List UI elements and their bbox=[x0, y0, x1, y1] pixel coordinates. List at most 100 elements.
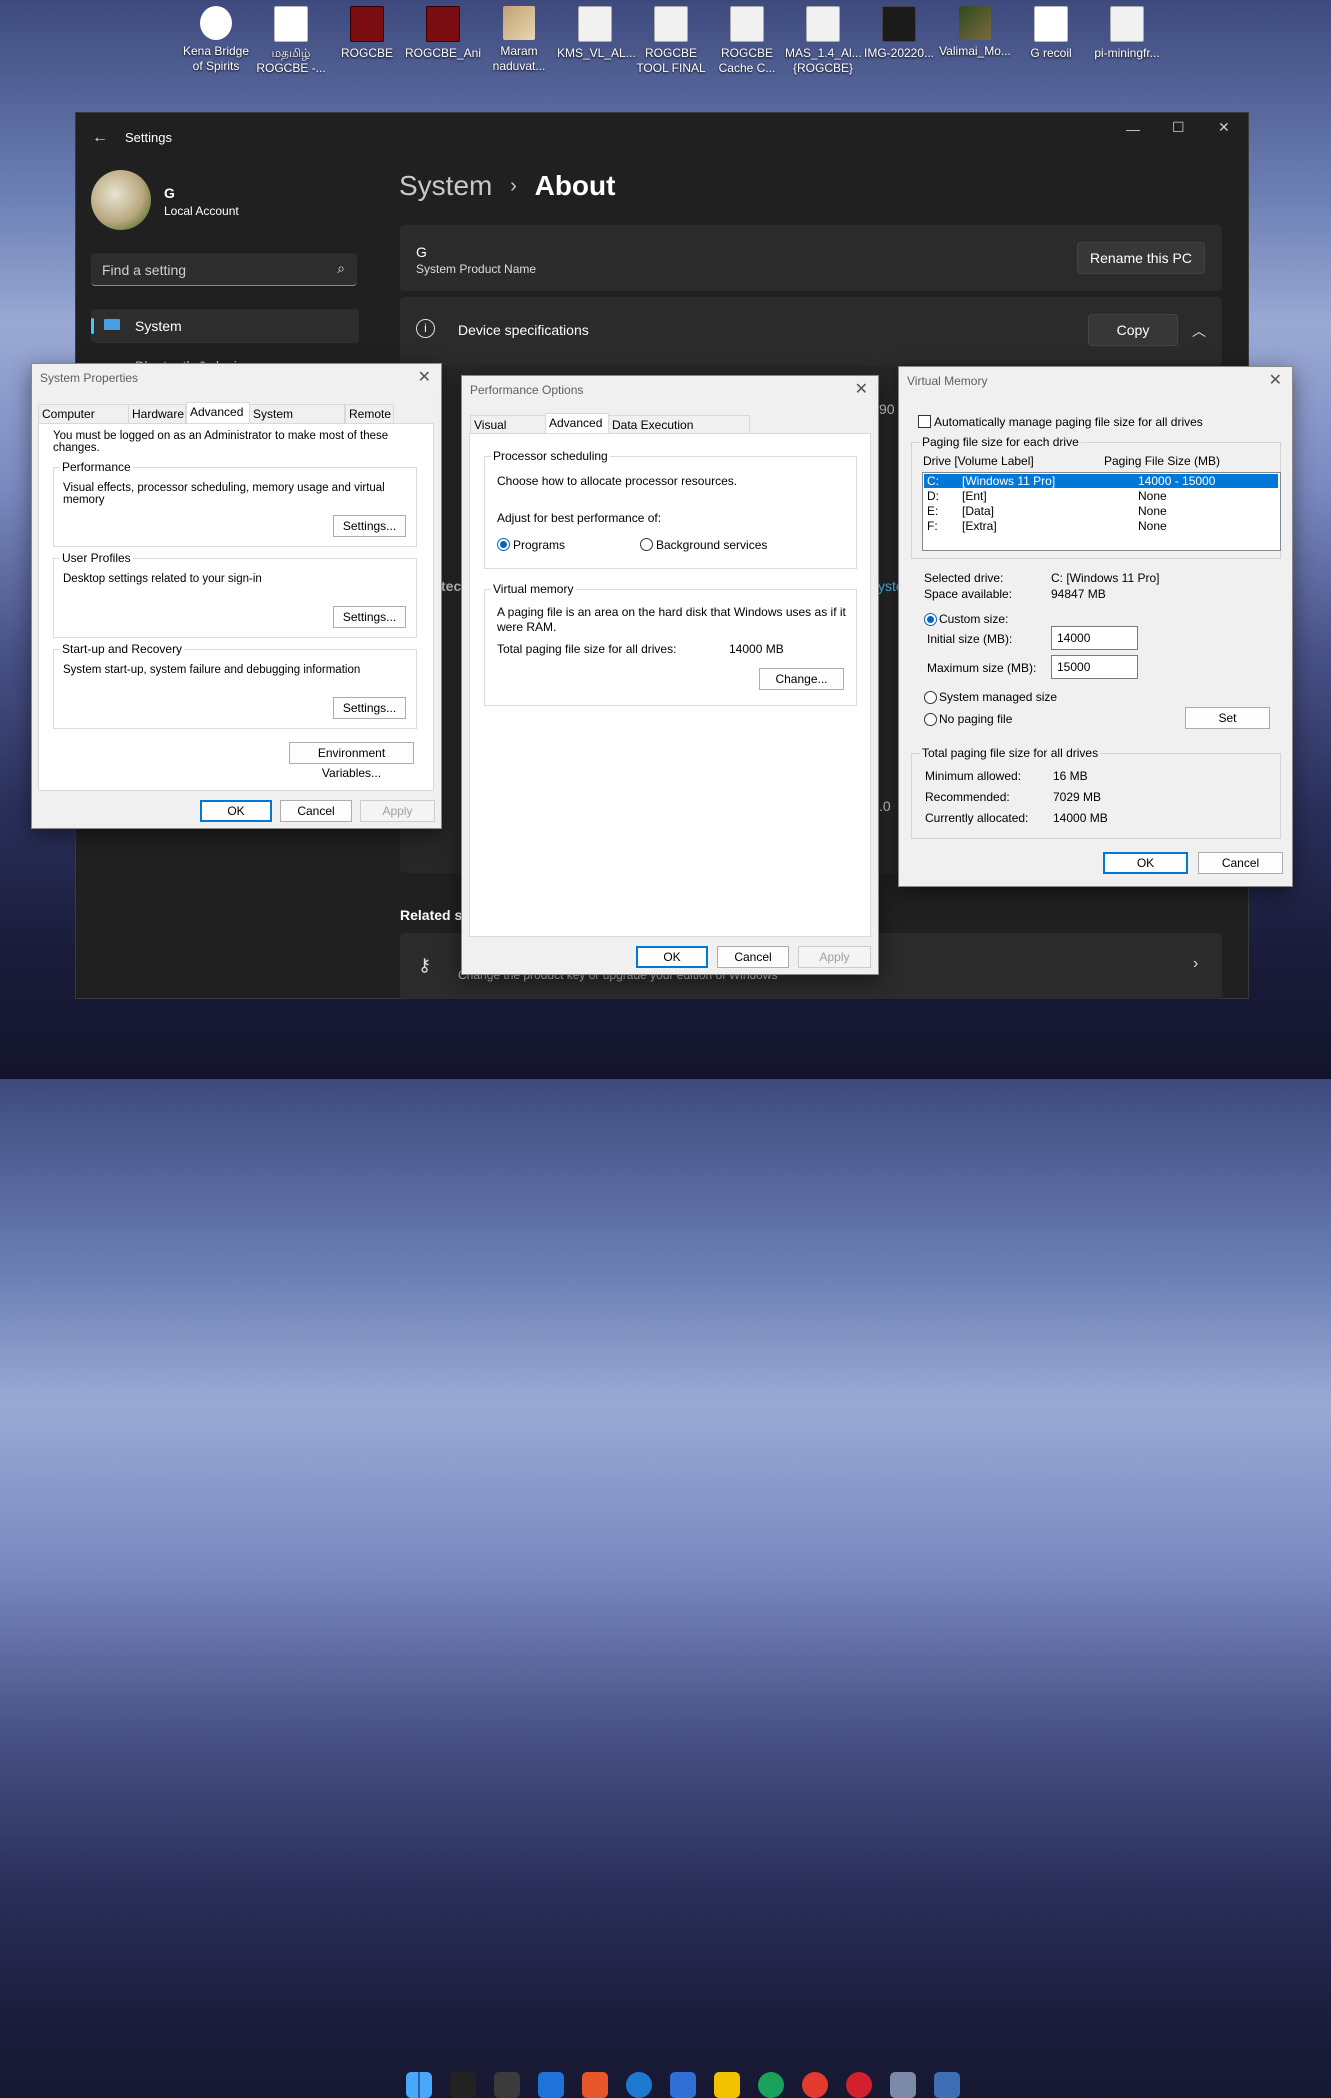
background-services-label[interactable]: Background services bbox=[656, 538, 767, 552]
space-available-value: 94847 MB bbox=[1051, 587, 1106, 601]
close-icon[interactable]: ✕ bbox=[1218, 119, 1230, 136]
rename-pc-button[interactable]: Rename this PC bbox=[1077, 242, 1205, 274]
programs-label[interactable]: Programs bbox=[513, 538, 565, 552]
store-icon[interactable] bbox=[670, 2072, 696, 2098]
system-managed-radio[interactable] bbox=[924, 691, 937, 704]
vm-total-value: 14000 MB bbox=[729, 642, 784, 656]
system-managed-label[interactable]: System managed size bbox=[939, 690, 1057, 704]
apply-button[interactable]: Apply bbox=[360, 800, 435, 822]
tab-advanced[interactable]: Advanced bbox=[186, 402, 250, 424]
chevron-up-icon[interactable]: ︿ bbox=[1192, 321, 1206, 341]
tab-panel: You must be logged on as an Administrato… bbox=[38, 423, 434, 791]
opera-icon[interactable] bbox=[846, 2072, 872, 2098]
back-arrow-icon[interactable]: ← bbox=[92, 129, 108, 147]
startup-settings-button[interactable]: Settings... bbox=[333, 697, 406, 719]
desktop-icon[interactable]: IMG-20220... bbox=[861, 4, 937, 61]
cancel-button[interactable]: Cancel bbox=[1198, 852, 1283, 874]
paging-group: Paging file size for each drive Drive [V… bbox=[911, 435, 1281, 559]
minimize-icon[interactable]: — bbox=[1126, 121, 1140, 137]
user-profiles-settings-button[interactable]: Settings... bbox=[333, 606, 406, 628]
search-input[interactable]: Find a setting ⌕ bbox=[91, 253, 357, 286]
close-icon[interactable]: ✕ bbox=[855, 379, 868, 399]
auto-manage-checkbox[interactable] bbox=[918, 415, 931, 428]
desktop-icon[interactable]: KMS_VL_AL... bbox=[557, 4, 636, 61]
app-r-icon[interactable] bbox=[582, 2072, 608, 2098]
custom-size-label[interactable]: Custom size: bbox=[939, 612, 1008, 626]
desktop-icon[interactable]: ROGCBE_Ani bbox=[405, 4, 481, 61]
tab-system-protection[interactable]: System Protection bbox=[249, 404, 345, 439]
start-icon[interactable] bbox=[406, 2072, 432, 2098]
chrome-icon[interactable] bbox=[802, 2072, 828, 2098]
calculator-icon[interactable] bbox=[494, 2072, 520, 2098]
system-properties-dialog: System Properties ✕ Computer Name Hardwa… bbox=[31, 363, 442, 829]
tab-remote[interactable]: Remote bbox=[345, 404, 394, 423]
settings-gear-icon[interactable] bbox=[890, 2072, 916, 2098]
copy-button[interactable]: Copy bbox=[1088, 314, 1178, 346]
search-placeholder: Find a setting bbox=[102, 262, 187, 278]
ok-button[interactable]: OK bbox=[1103, 852, 1188, 874]
tab-hardware[interactable]: Hardware bbox=[128, 404, 186, 423]
desktop-icon[interactable]: Valimai_Mo... bbox=[937, 4, 1013, 59]
col-drive-header: Drive [Volume Label] bbox=[923, 454, 1034, 468]
custom-size-radio[interactable] bbox=[924, 613, 937, 626]
desktop-icon[interactable]: Maram naduvat... bbox=[481, 4, 557, 74]
drive-row[interactable]: E: [Data] None bbox=[924, 504, 1278, 518]
app-icon bbox=[882, 6, 916, 42]
close-icon[interactable]: ✕ bbox=[418, 367, 431, 387]
tab-visual-effects[interactable]: Visual Effects bbox=[470, 415, 546, 450]
drive-row[interactable]: F: [Extra] None bbox=[924, 519, 1278, 533]
drive-list[interactable]: C: [Windows 11 Pro] 14000 - 15000 D: [Ent] No… bbox=[922, 472, 1281, 551]
desktop-icon[interactable]: Kena Bridge of Spirits bbox=[178, 4, 254, 74]
desktop-icon[interactable]: ROGCBE TOOL FINAL bbox=[633, 4, 709, 76]
desktop-icon-label: IMG-20220... bbox=[863, 46, 935, 60]
performance-group: Performance Visual effects, processor sc… bbox=[53, 460, 417, 547]
file-explorer-icon[interactable] bbox=[714, 2072, 740, 2098]
desktop-icon-label: pi-miningfr... bbox=[1094, 46, 1160, 60]
no-paging-label[interactable]: No paging file bbox=[939, 712, 1012, 726]
auto-manage-label[interactable]: Automatically manage paging file size fo… bbox=[934, 415, 1203, 429]
performance-settings-button[interactable]: Settings... bbox=[333, 515, 406, 537]
set-button[interactable]: Set bbox=[1185, 707, 1270, 729]
desktop-icon[interactable]: pi-miningfr... bbox=[1089, 4, 1165, 61]
user-name: G bbox=[164, 185, 175, 201]
programs-radio[interactable] bbox=[497, 538, 510, 551]
apply-button[interactable]: Apply bbox=[798, 946, 871, 968]
drive-row[interactable]: D: [Ent] None bbox=[924, 489, 1278, 503]
device-specs-card[interactable]: i Device specifications Copy ︿ bbox=[400, 297, 1222, 365]
desktop-icon[interactable]: மதமிழ் ROGCBE -... bbox=[253, 4, 329, 76]
script-icon bbox=[730, 6, 764, 42]
edge-icon[interactable] bbox=[758, 2072, 784, 2098]
breadcrumb-parent[interactable]: System bbox=[399, 170, 492, 201]
desktop-icon[interactable]: MAS_1.4_Al... {ROGCBE} bbox=[785, 4, 862, 76]
ok-button[interactable]: OK bbox=[636, 946, 708, 968]
ok-button[interactable]: OK bbox=[200, 800, 272, 822]
change-button[interactable]: Change... bbox=[759, 668, 844, 690]
desktop-icon[interactable]: G recoil bbox=[1013, 4, 1089, 61]
script-icon bbox=[806, 6, 840, 42]
initial-size-input[interactable]: 14000 bbox=[1051, 626, 1138, 650]
drive-row[interactable]: C: [Windows 11 Pro] 14000 - 15000 bbox=[924, 474, 1278, 488]
tab-advanced[interactable]: Advanced bbox=[545, 413, 609, 435]
search-icon[interactable]: ⌕ bbox=[337, 260, 345, 277]
maximize-icon[interactable]: ☐ bbox=[1172, 119, 1185, 136]
cancel-button[interactable]: Cancel bbox=[717, 946, 789, 968]
desktop-icon[interactable]: ROGCBE bbox=[329, 4, 405, 61]
close-icon[interactable]: ✕ bbox=[1269, 370, 1282, 390]
sidebar-item-system[interactable]: System bbox=[91, 309, 359, 343]
remote-desktop-icon[interactable] bbox=[934, 2072, 960, 2098]
search-icon[interactable] bbox=[450, 2072, 476, 2098]
tab-computer-name[interactable]: Computer Name bbox=[38, 404, 130, 439]
ccleaner-icon[interactable] bbox=[626, 2072, 652, 2098]
virtual-memory-dialog: Virtual Memory ✕ Automatically manage pa… bbox=[898, 366, 1293, 887]
related-heading: Related se bbox=[400, 907, 471, 923]
desktop-icon[interactable]: ROGCBE Cache C... bbox=[709, 4, 785, 76]
max-size-input[interactable]: 15000 bbox=[1051, 655, 1138, 679]
mail-icon[interactable] bbox=[538, 2072, 564, 2098]
environment-variables-button[interactable]: Environment Variables... bbox=[289, 742, 414, 780]
background-services-radio[interactable] bbox=[640, 538, 653, 551]
tab-dep[interactable]: Data Execution Prevention bbox=[608, 415, 750, 450]
selected-drive-value: C: [Windows 11 Pro] bbox=[1051, 571, 1160, 585]
dialog-title: Virtual Memory bbox=[907, 374, 988, 388]
no-paging-radio[interactable] bbox=[924, 713, 937, 726]
cancel-button[interactable]: Cancel bbox=[280, 800, 352, 822]
